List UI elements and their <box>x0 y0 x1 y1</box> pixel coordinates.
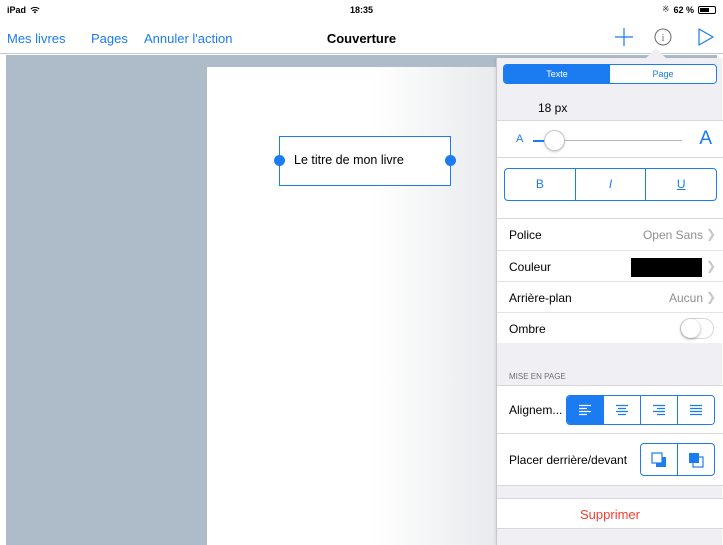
text-style-segmented: B I U <box>504 168 717 201</box>
background-row[interactable]: Arrière-plan Aucun ❯ <box>497 281 723 312</box>
color-label: Couleur <box>509 260 552 274</box>
slider-track[interactable] <box>555 140 682 141</box>
send-backward-icon <box>651 451 666 467</box>
text-style-row: B I U <box>497 158 723 219</box>
play-icon[interactable] <box>696 26 716 48</box>
small-size-label: A <box>516 133 524 145</box>
send-backward-button[interactable] <box>641 444 678 475</box>
alignment-row: Alignem... <box>497 385 723 434</box>
chevron-right-icon: ❯ <box>705 227 716 241</box>
svg-text:i: i <box>662 33 665 44</box>
underline-button[interactable]: U <box>646 169 716 200</box>
font-size-slider-row: A A <box>497 120 723 158</box>
tab-page[interactable]: Page <box>610 65 716 83</box>
toggle-knob <box>681 319 700 338</box>
alignment-label: Alignem... <box>509 403 563 417</box>
background-label: Arrière-plan <box>509 291 572 305</box>
book-cover-page[interactable]: Le titre de mon livre <box>207 67 507 545</box>
delete-row: Supprimer <box>497 498 723 529</box>
color-row[interactable]: Couleur ❯ <box>497 250 723 281</box>
shadow-label: Ombre <box>509 322 546 336</box>
alignment-segmented <box>566 395 715 425</box>
background-value: Aucun <box>668 291 703 305</box>
status-time: 18:35 <box>349 5 374 15</box>
align-right-icon <box>653 404 665 416</box>
align-right-button[interactable] <box>641 396 678 424</box>
tab-text[interactable]: Texte <box>504 65 610 83</box>
layer-order-label: Placer derrière/devant <box>509 453 628 467</box>
align-center-button[interactable] <box>604 396 641 424</box>
large-size-label: A <box>699 128 712 149</box>
shadow-row: Ombre <box>497 312 723 343</box>
chevron-right-icon: ❯ <box>705 259 716 273</box>
align-justify-icon <box>690 404 702 416</box>
resize-handle-right[interactable] <box>445 155 456 166</box>
layer-order-row: Placer derrière/devant <box>497 434 723 486</box>
inspector-tabs: Texte Page <box>503 64 717 84</box>
text-inspector-popover: Texte Page 18 px A A B I U Police Open S… <box>496 48 723 545</box>
battery-icon <box>698 5 716 14</box>
bold-button[interactable]: B <box>505 169 576 200</box>
color-swatch <box>631 258 702 277</box>
font-size-slider-thumb[interactable] <box>544 130 565 151</box>
align-left-icon <box>579 404 591 416</box>
title-text[interactable]: Le titre de mon livre <box>294 153 404 167</box>
navigation-bar: Mes livres Pages Annuler l'action Couver… <box>0 20 723 54</box>
status-right: ※ 62 % <box>662 4 716 15</box>
italic-button[interactable]: I <box>576 169 647 200</box>
chevron-right-icon: ❯ <box>705 290 716 304</box>
info-icon[interactable]: i <box>652 26 674 48</box>
font-size-value: 18 px <box>538 101 568 115</box>
battery-percent: 62 % <box>673 4 694 15</box>
font-label: Police <box>509 228 542 242</box>
font-value: Open Sans <box>642 228 703 242</box>
layer-order-segmented <box>640 443 715 476</box>
bring-forward-icon <box>689 452 704 468</box>
resize-handle-left[interactable] <box>274 155 285 166</box>
font-row[interactable]: Police Open Sans ❯ <box>497 219 723 250</box>
battery-fill <box>700 7 709 12</box>
text-properties-list: Police Open Sans ❯ Couleur ❯ Arrière-pla… <box>497 219 723 343</box>
shadow-toggle[interactable] <box>680 318 714 339</box>
plus-icon[interactable] <box>614 26 634 48</box>
title-text-box[interactable]: Le titre de mon livre <box>279 136 451 186</box>
status-bar: iPad 18:35 ※ 62 % <box>0 0 723 20</box>
align-left-button[interactable] <box>567 396 604 424</box>
align-justify-button[interactable] <box>678 396 714 424</box>
bluetooth-icon: ※ <box>661 4 670 14</box>
bring-forward-button[interactable] <box>678 444 714 475</box>
layout-section-header: MISE EN PAGE <box>509 372 566 381</box>
align-center-icon <box>616 404 628 416</box>
delete-button[interactable]: Supprimer <box>580 507 640 522</box>
